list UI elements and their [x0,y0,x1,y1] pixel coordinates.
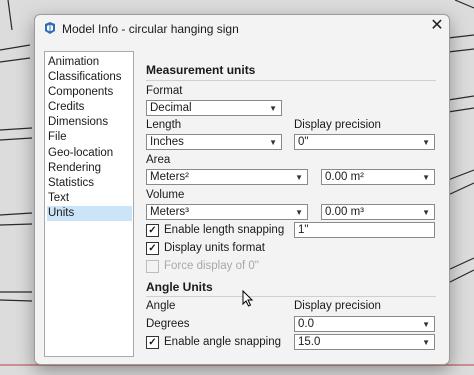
length-precision-value: 0" [298,136,309,148]
volume-dropdown[interactable]: Meters³ ▼ [146,204,308,220]
chevron-down-icon: ▼ [422,208,430,217]
sidebar-item-file[interactable]: File [47,130,132,145]
divider [146,80,436,81]
sidebar-item-geo-location[interactable]: Geo-location [47,146,132,161]
sidebar-item-text[interactable]: Text [47,191,132,206]
angle-snapping-checkbox[interactable]: ✓ [146,336,159,349]
angle-precision-value: 0.0 [298,318,314,330]
sidebar-item-classifications[interactable]: Classifications [47,70,132,85]
sidebar-item-rendering[interactable]: Rendering [47,161,132,176]
chevron-down-icon: ▼ [422,338,430,347]
volume-precision-dropdown[interactable]: 0.00 m³ ▼ [321,204,435,220]
angle-label: Angle [146,300,176,312]
degrees-label: Degrees [146,318,190,330]
chevron-down-icon: ▼ [422,320,430,329]
force-display-label: Force display of 0" [164,260,259,272]
area-dropdown[interactable]: Meters² ▼ [146,169,308,185]
volume-value: Meters³ [150,206,189,218]
angle-snapping-dropdown[interactable]: 15.0 ▼ [294,334,435,350]
model-info-dialog: Model Info - circular hanging sign ✕ Ani… [34,14,450,365]
chevron-down-icon: ▼ [422,138,430,147]
volume-precision-value: 0.00 m³ [325,206,364,218]
length-label: Length [146,119,182,131]
format-label: Format [146,85,183,97]
format-value: Decimal [150,102,192,114]
area-label: Area [146,154,171,166]
area-precision-dropdown[interactable]: 0.00 m² ▼ [321,169,435,185]
units-panel: Measurement units Format Decimal ▼ Lengt… [143,51,443,357]
format-dropdown[interactable]: Decimal ▼ [146,100,282,116]
length-dropdown[interactable]: Inches ▼ [146,134,282,150]
area-precision-value: 0.00 m² [325,171,364,183]
title-bar[interactable]: Model Info - circular hanging sign ✕ [35,15,449,43]
angle-precision-dropdown[interactable]: 0.0 ▼ [294,316,435,332]
sidebar-item-statistics[interactable]: Statistics [47,176,132,191]
sidebar-item-dimensions[interactable]: Dimensions [47,115,132,130]
display-precision-label: Display precision [294,119,381,131]
category-list[interactable]: Animation Classifications Components Cre… [44,51,134,357]
sidebar-item-components[interactable]: Components [47,85,132,100]
length-snapping-checkbox[interactable]: ✓ [146,224,159,237]
close-icon[interactable]: ✕ [430,18,444,34]
area-value: Meters² [150,171,189,183]
angle-snapping-label[interactable]: Enable angle snapping [164,336,281,348]
sidebar-item-animation[interactable]: Animation [47,55,132,70]
measurement-units-heading: Measurement units [146,63,256,77]
volume-label: Volume [146,189,185,201]
angle-display-precision-label: Display precision [294,300,381,312]
display-units-format-label[interactable]: Display units format [164,242,265,254]
mouse-cursor-icon [242,290,253,307]
chevron-down-icon: ▼ [269,138,277,147]
force-display-checkbox [146,260,159,273]
sidebar-item-credits[interactable]: Credits [47,100,132,115]
sketchup-app-icon [45,22,55,34]
length-snapping-label[interactable]: Enable length snapping [164,224,284,236]
angle-snapping-value: 15.0 [298,336,321,348]
display-units-format-checkbox[interactable]: ✓ [146,242,159,255]
chevron-down-icon: ▼ [422,173,430,182]
chevron-down-icon: ▼ [295,208,303,217]
angle-units-heading: Angle Units [146,280,213,294]
chevron-down-icon: ▼ [269,104,277,113]
divider [146,296,436,297]
length-snapping-input[interactable]: 1" [294,222,435,238]
chevron-down-icon: ▼ [295,173,303,182]
sidebar-item-units[interactable]: Units [47,206,132,221]
length-precision-dropdown[interactable]: 0" ▼ [294,134,435,150]
window-title: Model Info - circular hanging sign [62,22,239,36]
length-value: Inches [150,136,184,148]
